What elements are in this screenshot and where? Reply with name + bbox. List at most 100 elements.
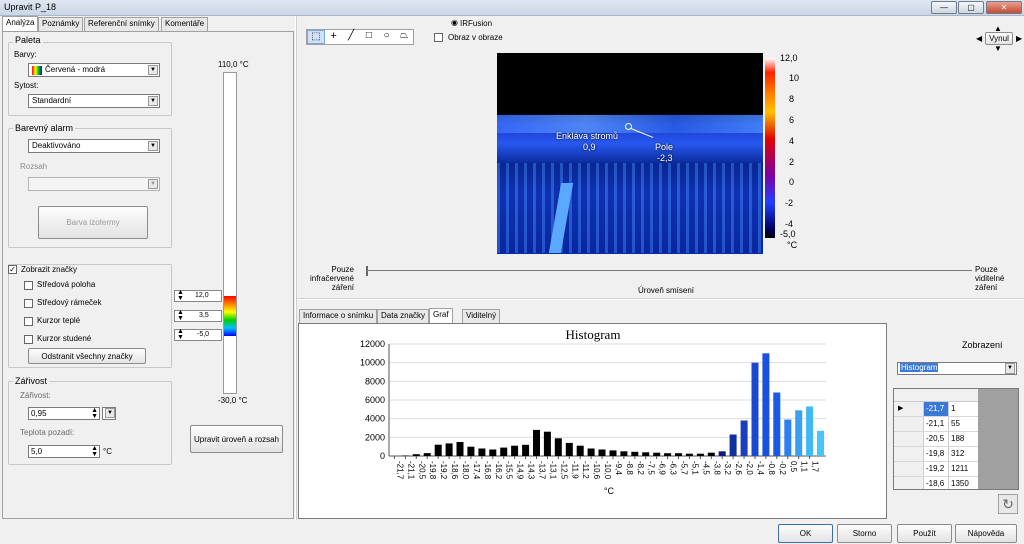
emissivity-label: Zářivost: xyxy=(20,391,51,400)
histogram-bar xyxy=(511,445,519,456)
tab-marker-data[interactable]: Data značky xyxy=(377,309,430,323)
blend-slider-thumb[interactable] xyxy=(366,266,368,276)
cold-cursor-label: Kurzor studené xyxy=(37,334,92,343)
tab-komentare[interactable]: Komentáře xyxy=(161,17,209,31)
range-select[interactable]: ▼ xyxy=(28,177,160,191)
spot-tool-icon[interactable]: + xyxy=(325,30,343,44)
center-box-checkbox[interactable] xyxy=(24,299,33,308)
select-tool-icon[interactable]: ⬚ xyxy=(307,30,325,44)
tab-referencni-snimky[interactable]: Referenční snímky xyxy=(84,17,159,31)
level-span-palette[interactable] xyxy=(224,296,236,336)
table-row[interactable]: -19,8 312 xyxy=(894,447,978,462)
row-header xyxy=(894,477,924,489)
histogram-bar xyxy=(522,444,530,456)
spinner-icon[interactable]: ▲ ▼ xyxy=(177,328,184,341)
min-level-marker[interactable]: ▲ ▼ -5,0 xyxy=(174,328,222,341)
zoom-reset-button[interactable]: Vynul xyxy=(985,32,1013,45)
line-tool-icon[interactable]: ╱ xyxy=(342,30,360,44)
emissivity-input[interactable]: 0,95 ▲ ▼ xyxy=(28,407,100,420)
horizontal-splitter[interactable] xyxy=(297,298,1024,300)
alarm-select[interactable]: Deaktivováno ▼ xyxy=(28,139,160,153)
histogram-bar xyxy=(456,442,464,456)
x-tick-label: -18,0 xyxy=(461,461,470,480)
adjust-level-span-button[interactable]: Upravit úroveň a rozsah xyxy=(190,425,283,453)
max-level-marker[interactable]: ▲ ▼ 12,0 xyxy=(174,289,222,302)
row-header xyxy=(894,462,924,476)
x-tick-label: -5,7 xyxy=(680,461,689,475)
table-row[interactable]: ▶ -21,7 1 xyxy=(894,402,978,417)
chevron-down-icon: ▼ xyxy=(148,96,158,106)
arrow-left-icon[interactable]: ◀ xyxy=(976,34,982,43)
x-tick-label: -8,2 xyxy=(636,461,645,475)
saturation-select[interactable]: Standardní ▼ xyxy=(28,94,160,108)
minimize-button[interactable]: — xyxy=(931,1,957,14)
blend-slider-track[interactable] xyxy=(366,270,972,271)
scale-unit-label: °C xyxy=(787,240,798,250)
show-markers-checkbox[interactable]: ✓ xyxy=(8,265,17,274)
background-temp-input[interactable]: 5,0 ▲ ▼ xyxy=(28,445,100,458)
y-tick-label: 0 xyxy=(380,451,385,461)
min-level-value: -5,0 xyxy=(197,331,210,338)
background-temp-label: Teplota pozadí: xyxy=(20,428,75,437)
y-tick-label: 2000 xyxy=(365,432,385,442)
x-tick-label: -3,2 xyxy=(723,461,732,475)
maximize-button[interactable]: ▢ xyxy=(958,1,984,14)
cold-cursor-checkbox[interactable] xyxy=(24,335,33,344)
level-span-track[interactable] xyxy=(223,72,237,394)
close-button[interactable]: ✕ xyxy=(986,1,1022,14)
arrow-down-icon[interactable]: ▼ xyxy=(994,44,1002,53)
view-select[interactable]: Histogram ▼ xyxy=(897,362,1017,375)
histogram-bar xyxy=(806,406,814,456)
table-row[interactable]: -21,1 55 xyxy=(894,417,978,432)
histogram-bar xyxy=(576,445,584,456)
x-tick-label: -17,4 xyxy=(472,461,481,480)
spinner-icon[interactable]: ▲ ▼ xyxy=(91,407,98,420)
spinner-icon[interactable]: ▲ ▼ xyxy=(91,445,98,458)
histogram-bar xyxy=(631,451,639,456)
histogram-panel: Histogram °C 0 2000 4000 6000 8000 10000 12000… xyxy=(298,323,887,519)
isotherm-color-button[interactable]: Barva izotermy xyxy=(38,206,148,239)
colors-select[interactable]: Červená - modrá ▼ xyxy=(28,63,160,77)
table-row[interactable]: -20,5 188 xyxy=(894,432,978,447)
tab-image-info[interactable]: Informace o snímku xyxy=(299,309,378,323)
y-tick-label: 6000 xyxy=(365,395,385,405)
temperature-scale-ticks: 12,0 10 8 6 4 2 0 -2 -4 -5,0 °C xyxy=(780,53,808,253)
remove-all-markers-button[interactable]: Odstranit všechny značky xyxy=(28,348,146,364)
pip-label: Obraz v obraze xyxy=(448,33,503,42)
tab-analyza[interactable]: Analýza xyxy=(2,16,39,32)
irfusion-radio-icon[interactable]: ◉ xyxy=(451,18,458,27)
tab-graph[interactable]: Graf xyxy=(429,308,453,324)
x-tick-label: -18,6 xyxy=(450,461,459,480)
histogram-bar xyxy=(401,455,409,456)
apply-button[interactable]: Použít xyxy=(897,524,952,543)
spinner-icon[interactable]: ▲ ▼ xyxy=(177,289,184,302)
center-spot-checkbox[interactable] xyxy=(24,281,33,290)
mid-level-marker[interactable]: ▲ ▼ 3,5 xyxy=(174,309,222,322)
center-box-label: Středový rámeček xyxy=(37,298,102,307)
table-row[interactable]: -18,6 1350 xyxy=(894,477,978,489)
thermal-image[interactable]: Enkláva stromů 0,9 Pole -2,3 xyxy=(497,53,763,254)
circle-tool-icon[interactable]: ○ xyxy=(378,30,396,44)
table-row[interactable]: -19,2 1211 xyxy=(894,462,978,477)
refresh-icon[interactable]: ↻ xyxy=(998,494,1018,514)
polygon-tool-icon[interactable]: ⏢ xyxy=(395,30,413,44)
zoom-control: ▲ ◀ ▶ ▼ Vynul xyxy=(976,24,1022,54)
histogram-bar xyxy=(412,454,420,456)
tab-visible[interactable]: Viditelný xyxy=(462,309,501,323)
vertical-splitter[interactable] xyxy=(295,16,297,520)
pip-checkbox[interactable] xyxy=(434,33,443,42)
x-tick-label: -3,8 xyxy=(712,461,721,475)
box-tool-icon[interactable]: □ xyxy=(360,30,378,44)
emissivity-value: 0,95 xyxy=(31,409,47,418)
spinner-icon[interactable]: ▲ ▼ xyxy=(177,309,184,322)
arrow-right-icon[interactable]: ▶ xyxy=(1016,34,1022,43)
y-tick-label: 4000 xyxy=(365,414,385,424)
help-button[interactable]: Nápověda xyxy=(955,524,1017,543)
emissivity-dropdown[interactable]: ▼ xyxy=(102,407,116,420)
histogram-bar xyxy=(795,410,803,456)
tab-poznamky[interactable]: Poznámky xyxy=(38,17,84,31)
cancel-button[interactable]: Storno xyxy=(837,524,892,543)
scale-tick-label: 10 xyxy=(789,73,800,83)
hot-cursor-checkbox[interactable] xyxy=(24,317,33,326)
ok-button[interactable]: OK xyxy=(778,524,833,543)
